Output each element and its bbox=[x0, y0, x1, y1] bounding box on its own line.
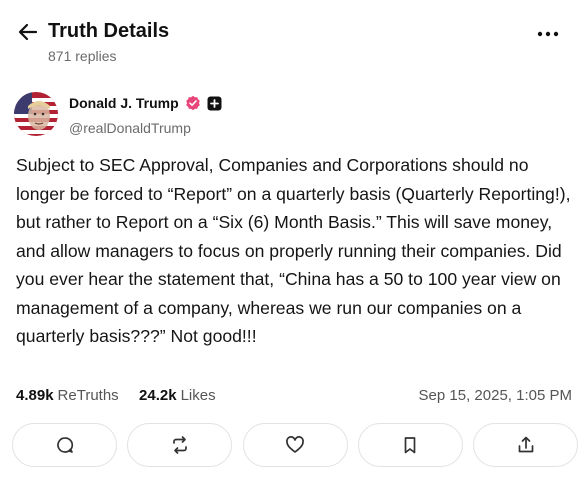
post-text: Subject to SEC Approval, Companies and C… bbox=[16, 155, 571, 346]
action-bar bbox=[12, 423, 578, 467]
heart-icon bbox=[286, 436, 304, 453]
reply-button[interactable] bbox=[12, 423, 117, 467]
avatar[interactable] bbox=[14, 92, 58, 136]
retruths-label: ReTruths bbox=[57, 387, 119, 404]
page-header: Truth Details 871 replies bbox=[0, 0, 588, 80]
share-icon bbox=[518, 436, 533, 453]
verified-badge-icon bbox=[185, 95, 200, 111]
plus-badge-icon bbox=[207, 96, 222, 110]
author-name[interactable]: Donald J. Trump bbox=[69, 95, 179, 111]
post-timestamp: Sep 15, 2025, 1:05 PM bbox=[418, 387, 572, 404]
engagement-stats: 4.89k ReTruths 24.2k Likes bbox=[16, 387, 216, 404]
likes-stat[interactable]: 24.2k Likes bbox=[139, 387, 216, 404]
like-button[interactable] bbox=[242, 423, 348, 467]
bookmark-button[interactable] bbox=[357, 423, 463, 467]
retruths-stat[interactable]: 4.89k ReTruths bbox=[16, 387, 123, 404]
retruths-count: 4.89k bbox=[16, 387, 54, 404]
author-handle[interactable]: @realDonaldTrump bbox=[69, 120, 191, 136]
repost-icon bbox=[172, 436, 187, 454]
share-button[interactable] bbox=[473, 423, 578, 467]
retruth-button[interactable] bbox=[127, 423, 233, 467]
likes-count: 24.2k bbox=[139, 387, 177, 404]
page-title: Truth Details bbox=[48, 20, 170, 42]
bookmark-icon bbox=[404, 437, 416, 454]
replies-count: 871 replies bbox=[48, 48, 117, 64]
comment-icon bbox=[56, 437, 73, 453]
back-arrow-icon[interactable] bbox=[16, 20, 40, 44]
likes-label: Likes bbox=[180, 387, 216, 404]
more-options-icon[interactable] bbox=[536, 24, 560, 44]
author-row[interactable]: Donald J. Trump @realDonaldTrump bbox=[14, 90, 414, 138]
